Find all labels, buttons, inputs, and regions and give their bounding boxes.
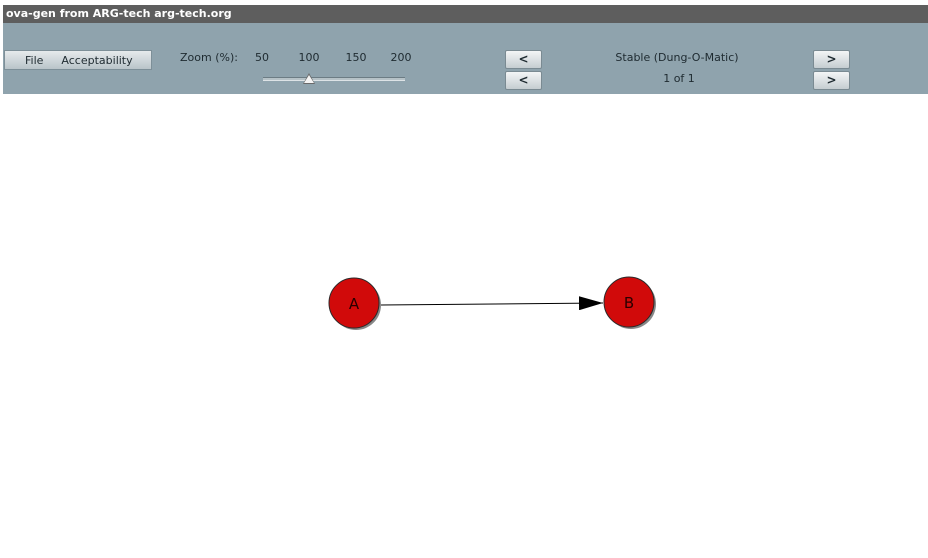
zoom-tick-100: 100 [298, 51, 320, 64]
extension-counter: 1 of 1 [663, 72, 695, 85]
zoom-label: Zoom (%): [180, 51, 238, 64]
node-b-label: B [624, 294, 634, 312]
zoom-slider-thumb[interactable] [303, 73, 315, 84]
zoom-slider-track[interactable] [263, 77, 405, 81]
next-extension-button[interactable]: > [813, 71, 850, 90]
file-menu[interactable]: File [25, 54, 43, 67]
toolbar: File Acceptability Zoom (%): 50 100 150 … [3, 23, 928, 94]
zoom-tick-150: 150 [345, 51, 367, 64]
next-semantics-button[interactable]: > [813, 50, 850, 69]
semantics-name: Stable (Dung-O-Matic) [615, 51, 739, 64]
node-a[interactable]: A [328, 277, 381, 330]
acceptability-menu[interactable]: Acceptability [61, 54, 132, 67]
prev-extension-button[interactable]: < [505, 71, 542, 90]
zoom-slider-thumb-face [304, 75, 314, 83]
prev-semantics-button[interactable]: < [505, 50, 542, 69]
menu-bar: File Acceptability [4, 50, 152, 70]
graph-canvas[interactable]: A B [0, 94, 928, 554]
window-title: ova-gen from ARG-tech arg-tech.org [3, 5, 928, 23]
zoom-tick-50: 50 [255, 51, 269, 64]
node-b[interactable]: B [603, 276, 656, 329]
attack-edge-a-b [379, 296, 604, 311]
zoom-tick-200: 200 [390, 51, 412, 64]
argument-graph: A B [328, 276, 656, 330]
node-a-label: A [349, 295, 360, 313]
